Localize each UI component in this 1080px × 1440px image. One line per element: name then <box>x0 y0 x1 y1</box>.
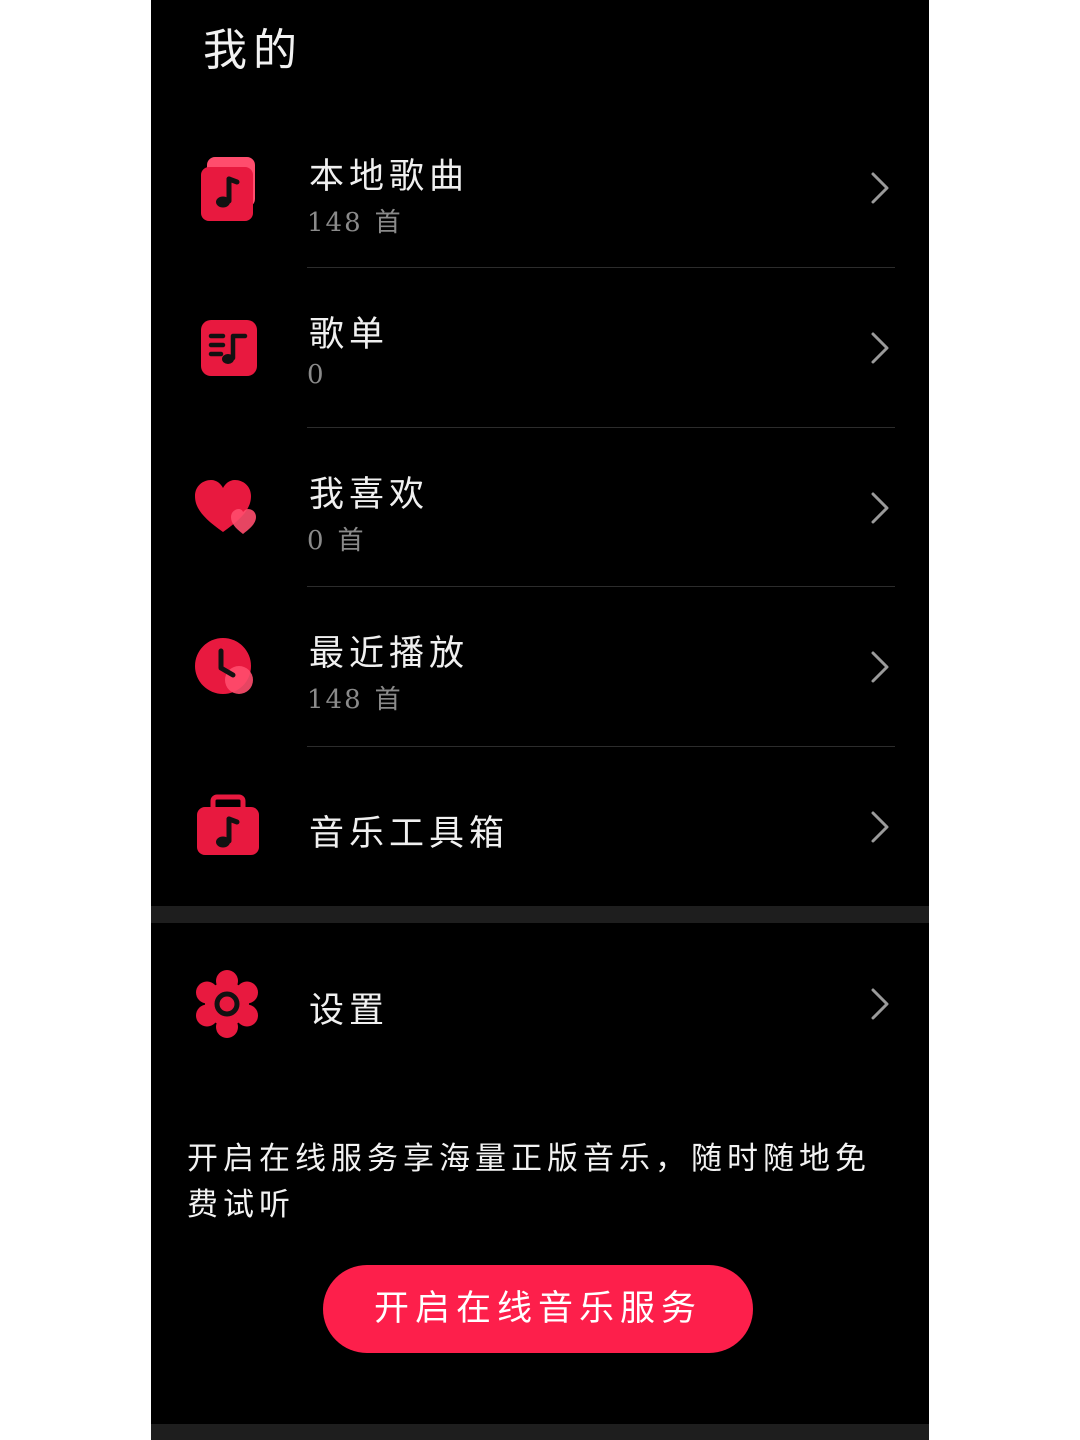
settings-title: 设置 <box>309 991 390 1031</box>
menu-item-title: 我喜欢 <box>309 475 430 515</box>
enable-online-music-button[interactable]: 开启在线音乐服务 <box>323 1265 753 1353</box>
chevron-right-icon <box>869 170 891 206</box>
toolbox-icon <box>193 793 261 861</box>
heart-icon <box>193 474 261 542</box>
chevron-right-icon <box>869 330 891 366</box>
count-unit: 首 <box>374 685 403 715</box>
menu-item-recent[interactable]: 最近播放 148 首 <box>151 587 929 746</box>
online-service-promo-text: 开启在线服务享海量正版音乐，随时随地免费试听 <box>187 1141 871 1223</box>
menu-item-count: 0首 <box>307 520 366 557</box>
song-count: 148 <box>307 208 363 238</box>
menu-item-toolbox[interactable]: 音乐工具箱 <box>151 747 929 906</box>
count-unit: 首 <box>337 526 366 556</box>
menu-item-count: 148 首 <box>307 679 403 716</box>
my-page: 我的 本地歌曲 148 首 歌单 0 我喜欢 0 首 最近播放 148 首 音乐… <box>151 0 929 1440</box>
menu-item-favorites[interactable]: 我喜欢 0首 <box>151 428 929 587</box>
menu-item-playlists[interactable]: 歌单 0 <box>151 268 929 427</box>
menu-item-title: 歌单 <box>309 315 390 355</box>
menu-item-count: 0 <box>307 360 326 390</box>
menu-item-settings[interactable]: 设置 <box>151 924 929 1084</box>
song-count: 0 <box>307 526 326 556</box>
menu-item-title: 最近播放 <box>309 634 470 674</box>
playlist-count: 0 <box>307 360 326 390</box>
bottom-bar <box>151 1424 929 1440</box>
chevron-right-icon <box>869 490 891 526</box>
playlist-icon <box>193 314 261 382</box>
gear-icon <box>193 970 261 1038</box>
menu-item-count: 148 首 <box>307 202 403 239</box>
page-title: 我的 <box>203 25 303 76</box>
chevron-right-icon <box>869 649 891 685</box>
menu-item-local-songs[interactable]: 本地歌曲 148 首 <box>151 110 929 269</box>
clock-icon <box>193 633 261 701</box>
count-unit: 首 <box>374 208 403 238</box>
menu-item-title: 本地歌曲 <box>309 157 470 197</box>
chevron-right-icon <box>869 986 891 1022</box>
section-divider <box>151 906 929 923</box>
chevron-right-icon <box>869 809 891 845</box>
music-note-icon <box>193 155 261 223</box>
menu-item-title: 音乐工具箱 <box>309 814 510 854</box>
song-count: 148 <box>307 685 363 715</box>
